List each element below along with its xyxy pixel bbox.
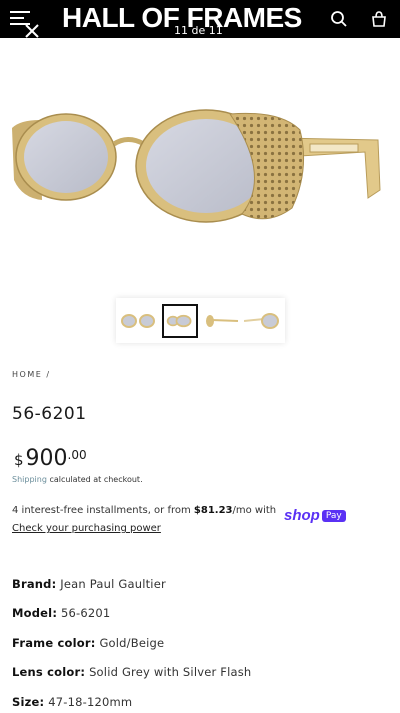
product-image[interactable]: [10, 80, 390, 270]
thumbnail-3[interactable]: [204, 304, 240, 338]
shipping-note: Shipping calculated at checkout.: [12, 475, 143, 484]
spec-model: Model: 56-6201: [12, 606, 110, 620]
spec-label: Model:: [12, 606, 58, 620]
spec-value: Jean Paul Gaultier: [60, 577, 166, 591]
installments-suffix: /mo with: [232, 505, 277, 516]
check-purchasing-power-link[interactable]: Check your purchasing power: [12, 523, 161, 534]
thumbnail-4[interactable]: [244, 304, 280, 338]
cart-icon[interactable]: [370, 10, 388, 28]
search-icon[interactable]: [330, 10, 348, 28]
price-main: 900: [25, 446, 68, 471]
installments-prefix: 4 interest-free installments, or from: [12, 505, 194, 516]
spec-value: Solid Grey with Silver Flash: [89, 665, 252, 679]
thumbnail-strip: [116, 298, 285, 343]
gallery-counter: 11 de 11: [174, 24, 223, 37]
spec-lens-color: Lens color: Solid Grey with Silver Flash: [12, 665, 251, 679]
spec-label: Size:: [12, 695, 45, 709]
price-currency: $: [14, 451, 24, 469]
product-title: 56-6201: [12, 404, 87, 424]
shop-logo: shop: [284, 507, 320, 524]
price-cents: .00: [67, 448, 87, 462]
spec-value: Gold/Beige: [99, 636, 165, 650]
spec-brand: Brand: Jean Paul Gaultier: [12, 577, 166, 591]
thumbnail-1[interactable]: [120, 304, 156, 338]
close-icon[interactable]: [24, 24, 42, 38]
spec-label: Frame color:: [12, 636, 96, 650]
shop-pay-badge[interactable]: shop Pay: [284, 505, 346, 524]
breadcrumb[interactable]: HOME /: [12, 370, 51, 379]
spec-value: 56-6201: [60, 606, 111, 620]
installments-text: 4 interest-free installments, or from $8…: [12, 505, 276, 516]
pay-label: Pay: [321, 509, 346, 522]
spec-size: Size: 47-18-120mm: [12, 695, 132, 709]
spec-frame-color: Frame color: Gold/Beige: [12, 636, 164, 650]
shipping-text: calculated at checkout.: [49, 475, 143, 484]
shipping-link[interactable]: Shipping: [12, 475, 47, 484]
installment-amount: $81.23: [193, 505, 233, 516]
spec-label: Brand:: [12, 577, 57, 591]
spec-label: Lens color:: [12, 665, 86, 679]
menu-icon[interactable]: [10, 11, 30, 25]
thumbnail-2-selected[interactable]: [162, 304, 198, 338]
product-price: $900.00: [14, 446, 87, 471]
spec-value: 47-18-120mm: [48, 695, 133, 709]
